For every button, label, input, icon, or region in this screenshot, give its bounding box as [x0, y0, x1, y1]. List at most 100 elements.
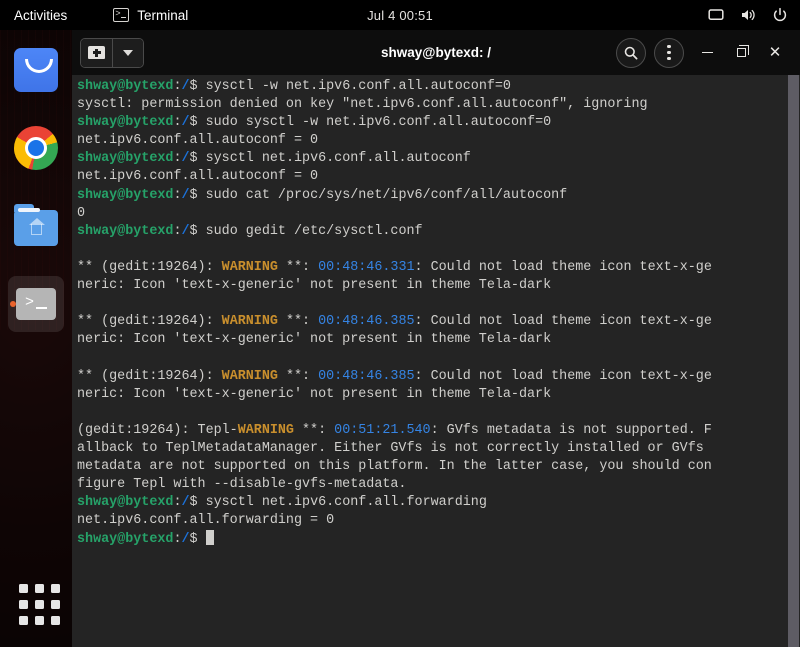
- top-bar: Activities Terminal Jul 4 00:51: [0, 0, 800, 30]
- terminal-command-line: shway@bytexd:/$ sudo cat /proc/sys/net/i…: [77, 187, 787, 205]
- terminal-output-line: net.ipv6.conf.all.autoconf = 0: [77, 133, 319, 149]
- command-text: sysctl -w net.ipv6.conf.all.autoconf=0: [205, 79, 511, 94]
- chrome-icon: [14, 126, 58, 170]
- command-text: sysctl net.ipv6.conf.all.forwarding: [205, 495, 487, 511]
- minimize-icon: [701, 51, 713, 54]
- dock: >: [0, 30, 72, 647]
- maximize-button[interactable]: [726, 38, 756, 68]
- close-button[interactable]: ✕: [760, 38, 790, 68]
- grid-cell: [19, 584, 28, 593]
- terminal-output[interactable]: shway@bytexd:/$ sysctl -w net.ipv6.conf.…: [72, 75, 787, 647]
- display-icon[interactable]: [708, 7, 724, 23]
- text-cursor: [205, 530, 214, 546]
- terminal-body: shway@bytexd:/$ sysctl -w net.ipv6.conf.…: [72, 75, 800, 647]
- terminal-output-line: net.ipv6.conf.all.autoconf = 0: [77, 169, 319, 185]
- prompt-user: shway@bytexd: [77, 151, 174, 167]
- prompt-user: shway@bytexd: [77, 115, 174, 131]
- prompt-path: /: [181, 151, 190, 167]
- show-applications-button[interactable]: [19, 584, 60, 625]
- command-text: sudo sysctl -w net.ipv6.conf.all.autocon…: [205, 115, 552, 131]
- new-tab-group[interactable]: [80, 37, 144, 68]
- terminal-command-line: shway@bytexd:/$ sudo sysctl -w net.ipv6.…: [77, 114, 787, 132]
- command-text: sudo cat /proc/sys/net/ipv6/conf/all/aut…: [205, 187, 568, 203]
- home-glyph: [29, 218, 45, 235]
- power-icon[interactable]: [772, 7, 788, 23]
- prompt-symbol: $: [189, 532, 206, 548]
- scrollbar-thumb[interactable]: [788, 75, 799, 647]
- terminal-warning-line: ** (gedit:19264): WARNING **: 00:48:46.3…: [77, 368, 712, 384]
- prompt-glyph: >: [25, 294, 35, 311]
- terminal-command-line: shway@bytexd:/$ sysctl -w net.ipv6.conf.…: [77, 78, 787, 96]
- new-terminal-icon: [88, 46, 105, 59]
- warning-label: WARNING: [221, 259, 278, 275]
- grid-cell: [51, 600, 60, 609]
- restore-icon: [736, 45, 749, 57]
- terminal-warning-line: ** (gedit:19264): WARNING **: 00:48:46.3…: [77, 314, 712, 330]
- volume-icon[interactable]: [740, 7, 756, 23]
- prompt-symbol: $: [189, 495, 206, 511]
- search-icon: [624, 46, 638, 59]
- terminal-warning-line: (gedit:19264): Tepl-WARNING **: 00:51:21…: [77, 422, 712, 438]
- prompt-symbol: $: [189, 187, 206, 203]
- minimize-button[interactable]: [692, 38, 722, 68]
- terminal-output-line: 0: [77, 205, 86, 221]
- warning-timestamp: 00:48:46.331: [318, 259, 415, 275]
- store-icon: [14, 48, 58, 92]
- grid-cell: [51, 584, 60, 593]
- warning-label: WARNING: [221, 314, 278, 330]
- dock-item-files[interactable]: [14, 204, 58, 250]
- prompt-symbol: $: [189, 151, 206, 167]
- grid-cell: [35, 600, 44, 609]
- close-icon: ✕: [768, 44, 782, 61]
- prompt-user: shway@bytexd: [77, 532, 174, 548]
- terminal-warning-line: ** (gedit:19264): WARNING **: 00:48:46.3…: [77, 259, 712, 275]
- warning-timestamp: 00:48:46.385: [318, 368, 415, 384]
- kebab-menu-icon: [667, 45, 671, 60]
- prompt-symbol: $: [189, 79, 206, 94]
- terminal-output-line: neric: Icon 'text-x-generic' not present…: [77, 278, 552, 294]
- terminal-scrollbar[interactable]: [787, 75, 800, 647]
- desktop: Activities Terminal Jul 4 00:51: [0, 0, 800, 647]
- warning-label: WARNING: [221, 368, 278, 384]
- window-titlebar[interactable]: shway@bytexd: / ✕: [72, 30, 800, 75]
- warning-timestamp: 00:51:21.540: [334, 422, 431, 438]
- terminal-output-line: allback to TeplMetadataManager. Either G…: [77, 440, 704, 456]
- dock-item-software[interactable]: [14, 48, 58, 92]
- clock[interactable]: Jul 4 00:51: [0, 8, 800, 23]
- dock-item-chrome[interactable]: [14, 126, 58, 170]
- terminal-output-line: sysctl: permission denied on key "net.ip…: [77, 97, 648, 113]
- grid-cell: [19, 616, 28, 625]
- dock-item-terminal[interactable]: >: [8, 276, 64, 332]
- prompt-user: shway@bytexd: [77, 223, 174, 239]
- search-button[interactable]: [616, 37, 646, 68]
- terminal-active-prompt: shway@bytexd:/$: [77, 530, 787, 548]
- terminal-output-line: metadata are not supported on this platf…: [77, 458, 712, 474]
- window-controls: ✕: [616, 30, 790, 75]
- grid-cell: [19, 600, 28, 609]
- grid-cell: [51, 616, 60, 625]
- terminal-output-line: figure Tepl with --disable-gvfs-metadata…: [77, 477, 407, 493]
- terminal-command-line: shway@bytexd:/$ sysctl net.ipv6.conf.all…: [77, 494, 787, 512]
- prompt-symbol: $: [189, 115, 206, 131]
- prompt-user: shway@bytexd: [77, 495, 174, 511]
- grid-cell: [35, 616, 44, 625]
- files-home-icon: [14, 204, 58, 246]
- chevron-down-icon: [123, 49, 133, 56]
- menu-button[interactable]: [654, 37, 684, 68]
- prompt-path: /: [181, 532, 190, 548]
- new-tab-button[interactable]: [81, 38, 113, 67]
- new-tab-dropdown-button[interactable]: [113, 38, 143, 67]
- warning-label: WARNING: [237, 422, 294, 438]
- prompt-path: /: [181, 187, 190, 203]
- warning-timestamp: 00:48:46.385: [318, 314, 415, 330]
- prompt-user: shway@bytexd: [77, 187, 174, 203]
- prompt-path: /: [181, 115, 190, 131]
- terminal-icon: >: [16, 288, 56, 320]
- terminal-output-line: neric: Icon 'text-x-generic' not present…: [77, 332, 552, 348]
- prompt-path: /: [181, 495, 190, 511]
- grid-cell: [35, 584, 44, 593]
- system-indicators[interactable]: [708, 0, 788, 30]
- prompt-symbol: $: [189, 223, 206, 239]
